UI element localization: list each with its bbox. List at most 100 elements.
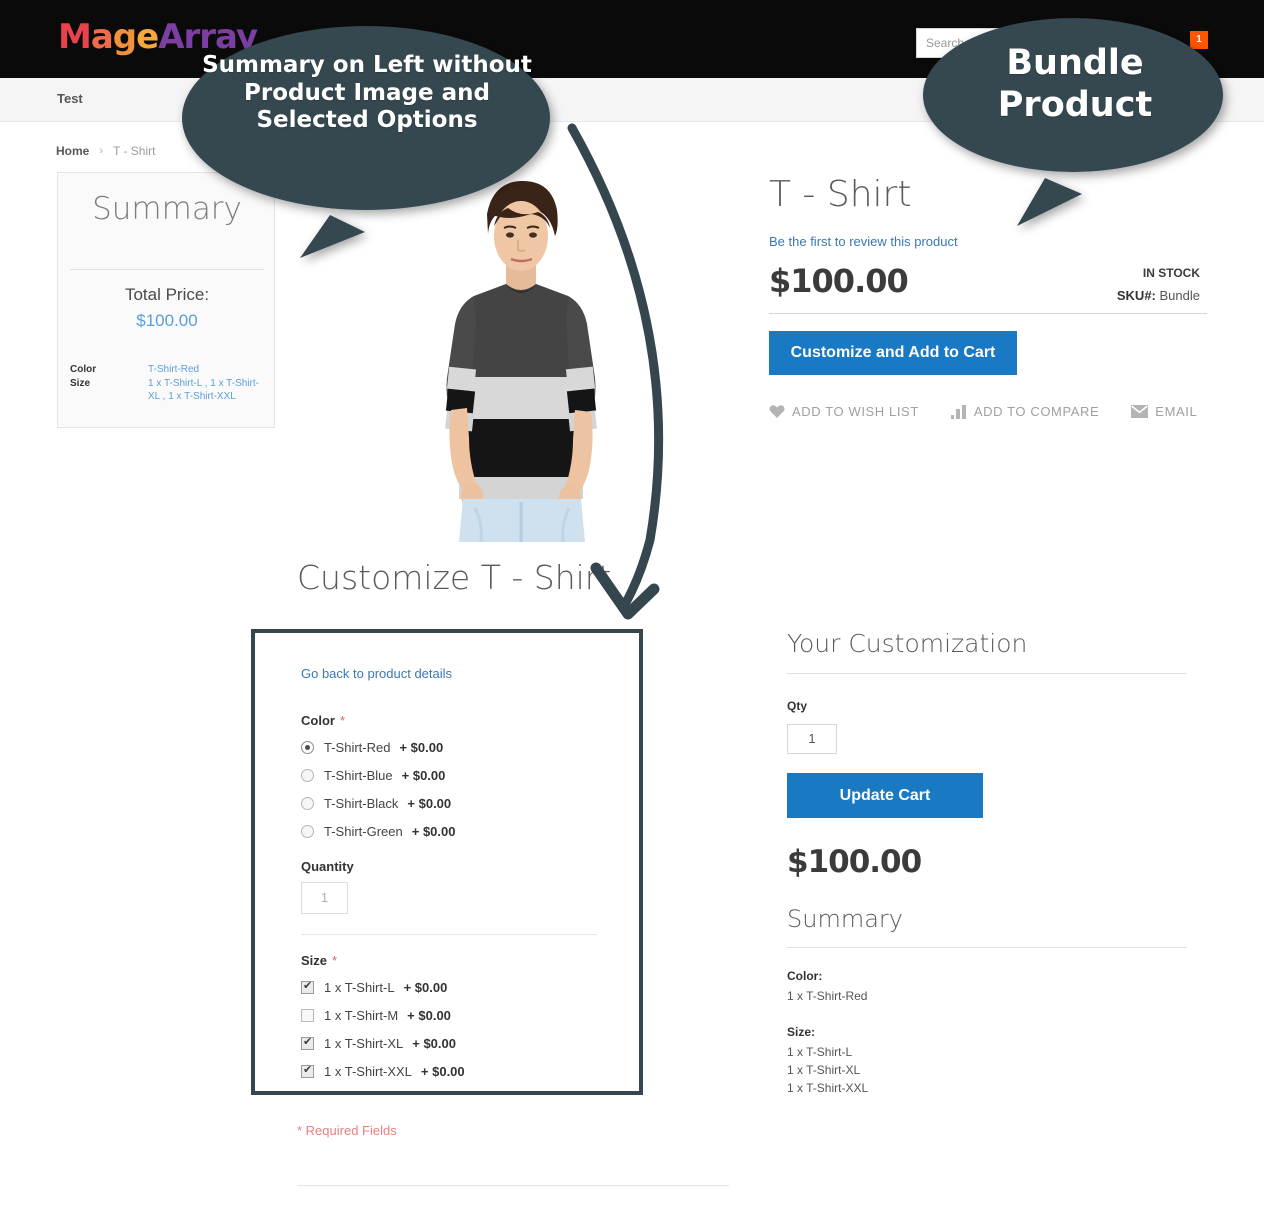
qty-input[interactable]: 1 [787, 724, 837, 754]
customize-and-add-to-cart-button[interactable]: Customize and Add to Cart [769, 331, 1017, 375]
required-marker: * [339, 713, 346, 728]
email-link[interactable]: EMAIL [1131, 404, 1197, 419]
option-price: + $0.00 [407, 795, 452, 811]
left-summary-row: Color T-Shirt-Red [70, 363, 266, 376]
search-input[interactable]: Search... [916, 28, 1136, 58]
add-to-compare-link[interactable]: ADD TO COMPARE [950, 404, 1100, 419]
envelope-icon [1131, 405, 1149, 418]
add-to-compare-label: ADD TO COMPARE [973, 404, 1100, 419]
radio-icon[interactable] [301, 824, 314, 838]
sku-value-text: Bundle [1159, 288, 1200, 303]
checkbox-icon-checked[interactable] [301, 1035, 314, 1050]
breadcrumb-separator-icon: › [99, 145, 104, 157]
option-price: + $0.00 [411, 823, 456, 839]
site-logo[interactable]: MageArray [58, 17, 258, 57]
summary-block-value: 1 x T-Shirt-XL [787, 1063, 861, 1077]
option-checkbox-size-2[interactable]: 1 x T-Shirt-XL + $0.00 [301, 1035, 456, 1051]
option-radio-color-2[interactable]: T-Shirt-Black + $0.00 [301, 795, 451, 811]
option-label: T-Shirt-Red [324, 739, 391, 755]
required-fields-note: * Required Fields [297, 1123, 397, 1138]
left-summary-row-key: Color [70, 364, 97, 375]
radio-icon-selected[interactable] [301, 740, 314, 754]
option-group-divider [301, 934, 597, 935]
option-checkbox-size-1[interactable]: 1 x T-Shirt-M + $0.00 [301, 1007, 451, 1023]
left-summary-total-label: Total Price: [124, 285, 210, 304]
logo-part-4: e [136, 17, 159, 57]
option-price: + $0.00 [403, 979, 448, 995]
checkbox-icon[interactable] [301, 1008, 314, 1022]
option-label: T-Shirt-Green [324, 823, 403, 839]
add-to-wish-list-link[interactable]: ADD TO WISH LIST [769, 404, 919, 419]
option-price: + $0.00 [420, 1063, 465, 1079]
summary-block-color: Color: 1 x T-Shirt-Red [787, 969, 867, 1005]
required-marker: * [332, 953, 338, 968]
checkbox-icon-checked[interactable] [301, 1063, 314, 1078]
go-back-to-product-details-link[interactable]: Go back to product details [301, 666, 452, 681]
option-label: 1 x T-Shirt-M [324, 1007, 399, 1023]
summary-block-value: 1 x T-Shirt-XXL [787, 1081, 869, 1095]
summary-block-size: Size: 1 x T-Shirt-L 1 x T-Shirt-XL 1 x T… [787, 1025, 868, 1097]
breadcrumb-current: T - Shirt [113, 144, 156, 158]
compare-bars-icon [950, 404, 967, 419]
customization-summary-divider [787, 947, 1187, 948]
left-summary-row: Size 1 x T-Shirt-L , 1 x T-Shirt-XL , 1 … [70, 377, 266, 403]
option-label: T-Shirt-Blue [324, 767, 393, 783]
option-label: 1 x T-Shirt-XXL [324, 1063, 412, 1079]
qty-label: Qty [787, 699, 808, 713]
left-summary-title: Summary [92, 191, 242, 227]
nav-item-test[interactable]: Test [57, 91, 83, 106]
breadcrumb-home-link[interactable]: Home [56, 144, 89, 158]
left-summary-divider [70, 269, 264, 270]
update-cart-button[interactable]: Update Cart [787, 773, 983, 818]
stock-status-badge: IN STOCK [1142, 266, 1200, 280]
left-summary-total-value: $100.00 [136, 311, 198, 330]
your-customization-heading: Your Customization [787, 629, 1028, 658]
left-summary-option-rows: Color T-Shirt-Red Size 1 x T-Shirt-L , 1… [70, 363, 266, 404]
left-summary-row-value: 1 x T-Shirt-L , 1 x T-Shirt-XL , 1 x T-S… [148, 378, 259, 402]
option-group-label-color: Color * [301, 713, 345, 728]
option-group-label-size: Size * [301, 953, 337, 968]
radio-icon[interactable] [301, 768, 314, 782]
logo-part-2: a [90, 17, 114, 57]
radio-icon[interactable] [301, 796, 314, 810]
customization-summary-heading: Summary [787, 905, 903, 933]
page-title: T - Shirt [769, 174, 912, 215]
checkbox-icon-checked[interactable] [301, 979, 314, 994]
logo-part-1: M [58, 17, 92, 57]
option-group-size-text: Size [301, 953, 328, 968]
add-to-wish-list-label: ADD TO WISH LIST [792, 404, 919, 419]
left-summary-row-key: Size [70, 378, 91, 389]
summary-block-key: Color: [787, 969, 823, 983]
customization-total-price: $100.00 [787, 844, 922, 880]
option-quantity-label: Quantity [301, 859, 354, 874]
summary-block-value: 1 x T-Shirt-Red [787, 989, 868, 1003]
customize-options-box: Go back to product details Color * T-Shir… [251, 629, 643, 1095]
option-price: + $0.00 [412, 1035, 456, 1051]
logo-part-5: Array [158, 17, 258, 57]
option-radio-color-0[interactable]: T-Shirt-Red + $0.00 [301, 739, 443, 755]
bottom-divider [297, 1185, 729, 1186]
summary-block-key: Size: [787, 1025, 816, 1039]
option-price: + $0.00 [401, 767, 446, 783]
option-radio-color-1[interactable]: T-Shirt-Blue + $0.00 [301, 767, 445, 783]
customize-heading: Customize T - Shirt [297, 558, 612, 597]
email-label: EMAIL [1155, 404, 1198, 419]
option-label: T-Shirt-Black [324, 795, 399, 811]
product-price: $100.00 [769, 262, 909, 300]
review-link[interactable]: Be the first to review this product [769, 234, 958, 249]
left-summary-row-value: T-Shirt-Red [148, 364, 200, 375]
product-image[interactable] [405, 172, 635, 542]
search-placeholder-text: Search... [926, 36, 975, 50]
product-action-links: ADD TO WISH LIST ADD TO COMPARE EMAIL [769, 404, 1199, 419]
your-customization-divider [787, 673, 1187, 674]
option-label: 1 x T-Shirt-XL [324, 1035, 404, 1051]
breadcrumb: Home › T - Shirt [56, 144, 155, 158]
option-checkbox-size-3[interactable]: 1 x T-Shirt-XXL + $0.00 [301, 1063, 465, 1079]
option-quantity-input[interactable]: 1 [301, 882, 348, 914]
option-radio-color-3[interactable]: T-Shirt-Green + $0.00 [301, 823, 456, 839]
option-checkbox-size-0[interactable]: 1 x T-Shirt-L + $0.00 [301, 979, 447, 995]
cart-button[interactable]: 1 [1168, 22, 1224, 64]
option-price: + $0.00 [407, 1007, 451, 1023]
option-label: 1 x T-Shirt-L [324, 979, 395, 995]
cart-count-badge: 1 [1190, 31, 1208, 49]
